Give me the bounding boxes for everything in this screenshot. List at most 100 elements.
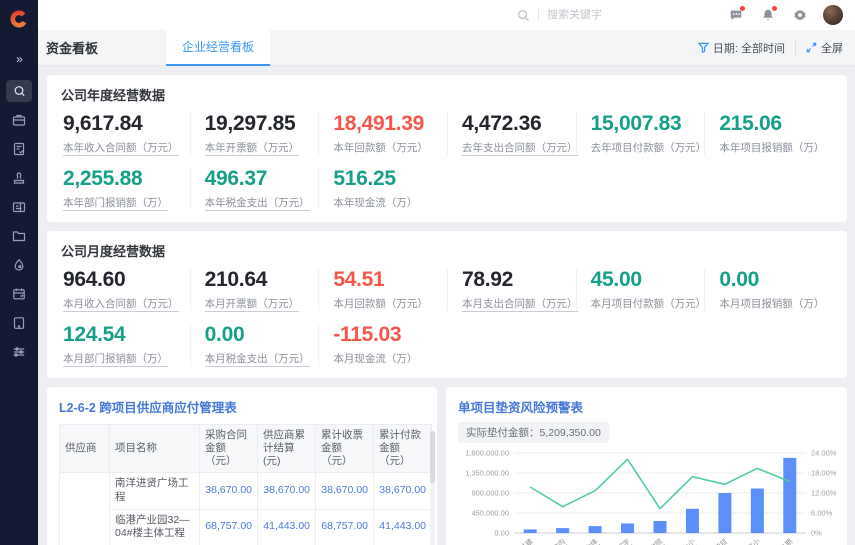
project-name-cell: 临港产业园32—04#楼主体工程 bbox=[110, 509, 200, 545]
briefcase-icon bbox=[11, 112, 27, 128]
sidebar-item-tablet[interactable] bbox=[6, 312, 32, 334]
table-scrollbar[interactable] bbox=[430, 431, 435, 545]
messages-badge bbox=[740, 6, 745, 11]
kpi-value: 0.00 bbox=[205, 323, 319, 347]
bar[interactable] bbox=[556, 528, 569, 533]
table-scrollbar-thumb[interactable] bbox=[430, 431, 435, 483]
search-icon[interactable] bbox=[517, 9, 530, 22]
user-avatar[interactable] bbox=[823, 5, 843, 25]
svg-text:24.00%: 24.00% bbox=[811, 449, 837, 458]
sidebar-item-stamp[interactable] bbox=[6, 167, 32, 189]
amount-link[interactable]: 68,757.00 bbox=[316, 509, 374, 545]
bar[interactable] bbox=[621, 523, 634, 533]
table-header: 累计付款金额（元） bbox=[374, 425, 432, 473]
fullscreen-button[interactable]: 全屏 bbox=[806, 40, 843, 56]
notifications-button[interactable] bbox=[759, 6, 777, 24]
sidebar-item-folder[interactable] bbox=[6, 225, 32, 247]
sidebar-item-document-check[interactable] bbox=[6, 138, 32, 160]
bar[interactable] bbox=[654, 521, 667, 533]
settings-button[interactable] bbox=[791, 6, 809, 24]
sidebar-item-calendar[interactable] bbox=[6, 283, 32, 305]
sliders-icon bbox=[11, 344, 27, 360]
supplier-payable-card: L2-6-2 跨项目供应商应付管理表 供应商项目名称采购合同金额（元）供应商累计… bbox=[47, 387, 437, 545]
svg-text:6.00%: 6.00% bbox=[811, 509, 833, 518]
x-axis-label: 宏波学府二期(1#2#3#4#5#住宅楼、地下车库及门口) bbox=[757, 537, 816, 545]
kpi-value: 210.64 bbox=[205, 268, 319, 292]
tab-enterprise-dashboard[interactable]: 企业经营看板 bbox=[166, 30, 270, 66]
x-axis-label: 宏洲国际写字楼改配电工程 bbox=[595, 537, 638, 545]
svg-text:12.00%: 12.00% bbox=[811, 489, 837, 498]
gear-icon bbox=[793, 8, 807, 22]
table-header: 供应商 bbox=[60, 425, 110, 473]
kpi-label: 去年项目付款额（万元） bbox=[591, 140, 705, 155]
amount-link[interactable]: 38,670.00 bbox=[258, 473, 316, 509]
kpi-label: 本月部门报销额（万） bbox=[63, 351, 190, 366]
amount-link[interactable]: 38,670.00 bbox=[316, 473, 374, 509]
svg-text:18.00%: 18.00% bbox=[811, 469, 837, 478]
amount-link[interactable]: 68,757.00 bbox=[200, 509, 258, 545]
kpi-value: 964.60 bbox=[63, 268, 190, 292]
search-icon bbox=[11, 83, 27, 99]
kpi-item: 210.64本月开票额（万元） bbox=[190, 268, 319, 311]
kpi-label: 本年回款额（万元） bbox=[333, 140, 447, 155]
kpi-item: 15,007.83 去年项目付款额（万元） bbox=[576, 112, 705, 155]
kpi-value: 45.00 bbox=[591, 268, 705, 292]
sidebar-item-droplet[interactable] bbox=[6, 254, 32, 276]
search-input[interactable] bbox=[547, 9, 637, 21]
toolbar-divider bbox=[795, 41, 796, 55]
amount-link[interactable]: 38,670.00 bbox=[374, 473, 432, 509]
x-axis-label: 第二中学校内球场工程 bbox=[530, 537, 573, 545]
table-row: 西安云峰建材有限公司南洋进贤广场工程38,670.0038,670.0038,6… bbox=[60, 473, 432, 509]
kpi-item: 19,297.85 本年开票额（万元） bbox=[190, 112, 319, 155]
kpi-value: 4,472.36 bbox=[462, 112, 576, 136]
bar[interactable] bbox=[783, 458, 796, 533]
amount-link[interactable]: 38,670.00 bbox=[200, 473, 258, 509]
kpi-item: 0.00本月项目报销额（万） bbox=[704, 268, 833, 311]
kpi-item: 496.37本年税金支出（万元） bbox=[190, 167, 319, 210]
filter-icon bbox=[698, 42, 709, 53]
chart-canvas[interactable]: 1,800,000.0024.00%1,350,000.0018.00%900,… bbox=[458, 445, 835, 545]
amount-link[interactable]: 41,443.00 bbox=[258, 509, 316, 545]
sidebar-item-briefcase[interactable] bbox=[6, 109, 32, 131]
svg-text:900,000.00: 900,000.00 bbox=[471, 489, 509, 498]
bar[interactable] bbox=[589, 526, 602, 533]
bar[interactable] bbox=[524, 529, 537, 533]
fullscreen-label: 全屏 bbox=[821, 40, 843, 56]
sidebar-item-id-card[interactable] bbox=[6, 196, 32, 218]
kpi-item: 18,491.39本年回款额（万元） bbox=[318, 112, 447, 155]
kpi-label: 本月税金支出（万元） bbox=[205, 351, 319, 366]
kpi-item: 4,472.36去年支出合同额（万元） bbox=[447, 112, 576, 155]
kpi-item: 45.00本月项目付款额（万元） bbox=[576, 268, 705, 311]
kpi-value: 0.00 bbox=[719, 268, 833, 292]
kpi-label: 本年开票额（万元） bbox=[205, 140, 319, 155]
kpi-value: 9,617.84 bbox=[63, 112, 190, 136]
bar[interactable] bbox=[751, 489, 764, 533]
sidebar-item-sliders[interactable] bbox=[6, 341, 32, 363]
tab-bar: 资金看板 企业经营看板 日期: 全部时间 全屏 bbox=[38, 30, 855, 66]
kpi-item: 124.54本月部门报销额（万） bbox=[61, 323, 190, 366]
kpi-item: 516.25本年现金流（万） bbox=[318, 167, 447, 210]
x-axis-label: 明鑫职业学院实训楼建设项目 bbox=[627, 537, 675, 545]
supplier-cell: 西安云峰建材有限公司 bbox=[60, 473, 110, 545]
bar[interactable] bbox=[686, 509, 699, 533]
svg-text:1,800,000.00: 1,800,000.00 bbox=[465, 449, 509, 458]
risk-warning-card: 单项目垫资风险预警表 实际垫付金额：5,209,350.00 1,800,000… bbox=[446, 387, 847, 545]
tablet-icon bbox=[11, 315, 27, 331]
date-filter-label: 日期: 全部时间 bbox=[713, 40, 785, 56]
amount-link[interactable]: 41,443.00 bbox=[374, 509, 432, 545]
bar[interactable] bbox=[718, 493, 731, 533]
month-kpi-card: 公司月度经营数据 964.60本月收入合同额（万元）210.64本月开票额（万元… bbox=[47, 231, 847, 378]
sidebar-collapse-toggle[interactable]: » bbox=[16, 52, 22, 66]
sidebar-item-search[interactable] bbox=[6, 80, 32, 102]
board-title[interactable]: 资金看板 bbox=[46, 38, 98, 57]
date-filter[interactable]: 日期: 全部时间 bbox=[698, 40, 785, 56]
app-logo bbox=[8, 8, 30, 30]
x-axis-label: 鄂比特中山小学项目 bbox=[660, 537, 703, 545]
kpi-value: 54.51 bbox=[333, 268, 447, 292]
global-search bbox=[517, 8, 637, 22]
kpi-value: 15,007.83 bbox=[591, 112, 705, 136]
supplier-table-wrap: 供应商项目名称采购合同金额（元）供应商累计结算(元)累计收票金额（元）累计付款金… bbox=[59, 424, 431, 545]
kpi-value: 19,297.85 bbox=[205, 112, 319, 136]
svg-text:0%: 0% bbox=[811, 529, 822, 538]
messages-button[interactable] bbox=[727, 6, 745, 24]
